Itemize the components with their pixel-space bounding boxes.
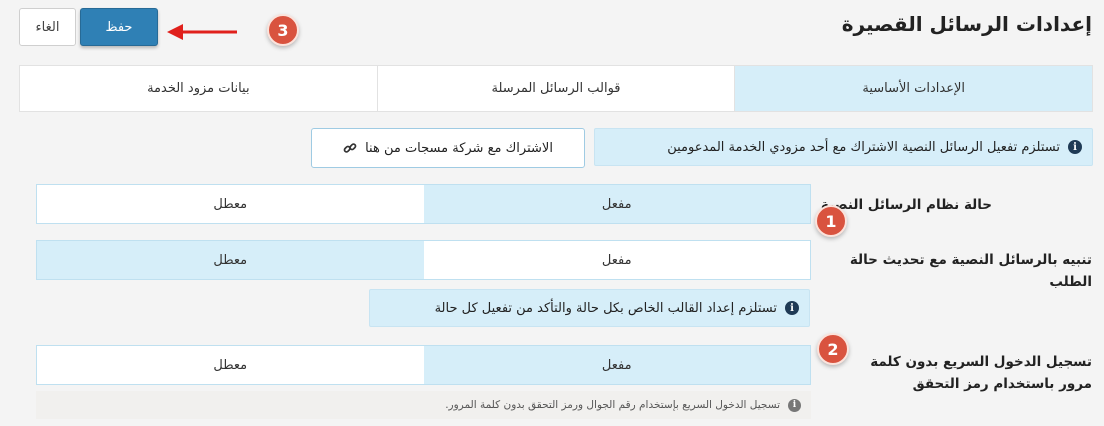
subscription-notice: i تستلزم تفعيل الرسائل النصية الاشتراك م… — [594, 128, 1093, 166]
setting-label-sms-system: حالة نظام الرسائل النصية — [820, 197, 992, 213]
annotation-badge-3: 3 — [267, 14, 299, 46]
order-status-enabled-option[interactable]: مفعل — [424, 241, 811, 279]
annotation-badge-1: 1 — [815, 205, 847, 237]
info-icon: i — [1068, 140, 1082, 154]
quick-login-enabled-option[interactable]: مفعل — [423, 346, 810, 384]
tab-bar: الإعدادات الأساسية قوالب الرسائل المرسلة… — [19, 65, 1093, 112]
notice-text: تستلزم تفعيل الرسائل النصية الاشتراك مع … — [667, 139, 1060, 155]
sms-system-enabled-option[interactable]: مفعل — [423, 185, 810, 223]
subscribe-label: الاشتراك مع شركة مسجات من هنا — [365, 140, 553, 156]
page-title: إعدادات الرسائل القصيرة — [841, 12, 1092, 36]
info-icon: i — [788, 398, 801, 412]
quick-login-help-text: تسجيل الدخول السريع بإستخدام رقم الجوال … — [445, 399, 780, 411]
quick-login-disabled-option[interactable]: معطل — [37, 346, 424, 384]
quick-login-toggle: مفعل معطل — [36, 345, 811, 385]
template-notice: i تستلزم إعداد القالب الخاص بكل حالة وال… — [369, 289, 810, 327]
order-status-sms-toggle: مفعل معطل — [36, 240, 811, 280]
cancel-button[interactable]: الغاء — [19, 8, 76, 46]
link-icon — [343, 143, 357, 153]
template-notice-text: تستلزم إعداد القالب الخاص بكل حالة والتأ… — [434, 300, 777, 316]
sms-system-disabled-option[interactable]: معطل — [37, 185, 424, 223]
info-icon: i — [785, 301, 799, 315]
tab-basic-settings[interactable]: الإعدادات الأساسية — [734, 66, 1092, 111]
tab-provider-data[interactable]: بيانات مزود الخدمة — [20, 66, 377, 111]
order-status-disabled-option[interactable]: معطل — [37, 241, 424, 279]
tab-message-templates[interactable]: قوالب الرسائل المرسلة — [376, 66, 735, 111]
setting-label-order-status-sms: تنبيه بالرسائل النصية مع تحديث حالة الطل… — [849, 252, 1092, 290]
subscribe-button[interactable]: الاشتراك مع شركة مسجات من هنا — [311, 128, 585, 168]
sms-system-toggle: مفعل معطل — [36, 184, 811, 224]
save-button[interactable]: حفظ — [80, 8, 158, 46]
quick-login-help: i تسجيل الدخول السريع بإستخدام رقم الجوا… — [36, 391, 811, 419]
annotation-badge-2: 2 — [817, 333, 849, 365]
annotation-arrow — [167, 24, 237, 40]
setting-label-quick-login: تسجيل الدخول السريع بدون كلمة مرور باستخ… — [870, 354, 1092, 392]
